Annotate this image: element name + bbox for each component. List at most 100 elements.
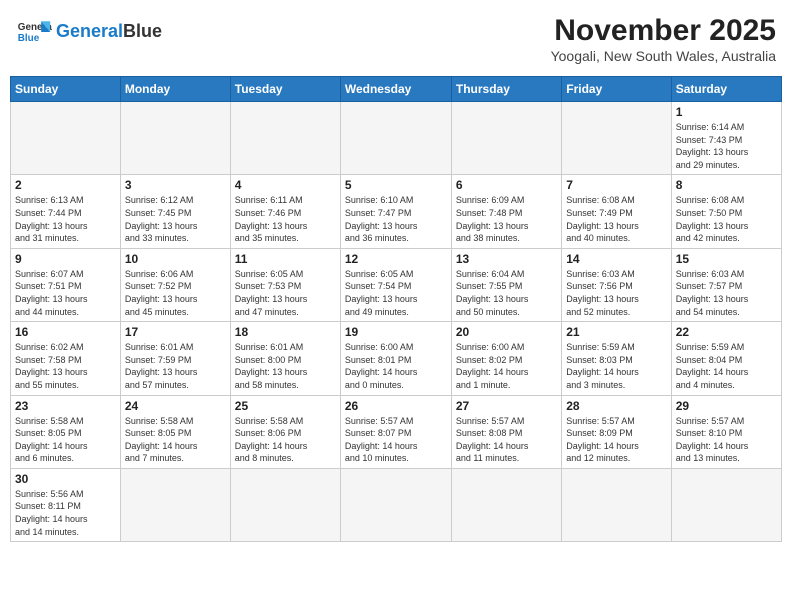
calendar-cell: 22 Sunrise: 5:59 AM Sunset: 8:04 PM Dayli…	[671, 322, 781, 395]
calendar-cell: 2 Sunrise: 6:13 AM Sunset: 7:44 PM Daylig…	[11, 175, 121, 248]
calendar-cell: 12Sunrise: 6:05 AM Sunset: 7:54 PM Dayli…	[340, 248, 451, 321]
calendar-cell: 16 Sunrise: 6:02 AM Sunset: 7:58 PM Dayli…	[11, 322, 121, 395]
day-number: 15	[676, 252, 777, 266]
day-number: 6	[456, 178, 557, 192]
day-number: 13	[456, 252, 557, 266]
calendar-cell	[11, 102, 121, 175]
calendar-cell: 4Sunrise: 6:11 AM Sunset: 7:46 PM Daylig…	[230, 175, 340, 248]
day-header-sunday: Sunday	[11, 77, 121, 102]
day-number: 27	[456, 399, 557, 413]
day-info: Sunrise: 6:01 AM Sunset: 8:00 PM Dayligh…	[235, 341, 336, 391]
calendar-cell: 11 Sunrise: 6:05 AM Sunset: 7:53 PM Dayli…	[230, 248, 340, 321]
day-number: 19	[345, 325, 447, 339]
week-row-3: 9Sunrise: 6:07 AM Sunset: 7:51 PM Daylig…	[11, 248, 782, 321]
day-number: 29	[676, 399, 777, 413]
day-number: 7	[566, 178, 666, 192]
day-info: Sunrise: 6:10 AM Sunset: 7:47 PM Dayligh…	[345, 194, 447, 244]
day-info: Sunrise: 5:58 AM Sunset: 8:05 PM Dayligh…	[125, 415, 226, 465]
calendar-cell	[451, 468, 561, 541]
calendar-cell: 13 Sunrise: 6:04 AM Sunset: 7:55 PM Dayli…	[451, 248, 561, 321]
calendar-header-row: SundayMondayTuesdayWednesdayThursdayFrid…	[11, 77, 782, 102]
calendar-cell: 7 Sunrise: 6:08 AM Sunset: 7:49 PM Daylig…	[562, 175, 671, 248]
day-number: 28	[566, 399, 666, 413]
day-info: Sunrise: 6:03 AM Sunset: 7:56 PM Dayligh…	[566, 268, 666, 318]
day-info: Sunrise: 5:57 AM Sunset: 8:07 PM Dayligh…	[345, 415, 447, 465]
day-number: 5	[345, 178, 447, 192]
day-info: Sunrise: 5:58 AM Sunset: 8:05 PM Dayligh…	[15, 415, 116, 465]
day-header-friday: Friday	[562, 77, 671, 102]
calendar-cell: 8Sunrise: 6:08 AM Sunset: 7:50 PM Daylig…	[671, 175, 781, 248]
day-info: Sunrise: 5:56 AM Sunset: 8:11 PM Dayligh…	[15, 488, 116, 538]
day-number: 17	[125, 325, 226, 339]
week-row-1: 1 Sunrise: 6:14 AM Sunset: 7:43 PM Daylig…	[11, 102, 782, 175]
day-number: 25	[235, 399, 336, 413]
day-number: 3	[125, 178, 226, 192]
day-info: Sunrise: 6:05 AM Sunset: 7:53 PM Dayligh…	[235, 268, 336, 318]
calendar-cell	[120, 468, 230, 541]
calendar-cell: 19Sunrise: 6:00 AM Sunset: 8:01 PM Dayli…	[340, 322, 451, 395]
day-number: 26	[345, 399, 447, 413]
day-header-saturday: Saturday	[671, 77, 781, 102]
day-number: 2	[15, 178, 116, 192]
calendar-cell: 5 Sunrise: 6:10 AM Sunset: 7:47 PM Daylig…	[340, 175, 451, 248]
calendar-cell: 24 Sunrise: 5:58 AM Sunset: 8:05 PM Dayli…	[120, 395, 230, 468]
day-info: Sunrise: 6:06 AM Sunset: 7:52 PM Dayligh…	[125, 268, 226, 318]
calendar-cell	[562, 468, 671, 541]
day-info: Sunrise: 5:57 AM Sunset: 8:09 PM Dayligh…	[566, 415, 666, 465]
calendar-cell	[562, 102, 671, 175]
week-row-2: 2 Sunrise: 6:13 AM Sunset: 7:44 PM Daylig…	[11, 175, 782, 248]
calendar-cell: 3 Sunrise: 6:12 AM Sunset: 7:45 PM Daylig…	[120, 175, 230, 248]
day-info: Sunrise: 6:08 AM Sunset: 7:49 PM Dayligh…	[566, 194, 666, 244]
day-info: Sunrise: 5:58 AM Sunset: 8:06 PM Dayligh…	[235, 415, 336, 465]
day-header-wednesday: Wednesday	[340, 77, 451, 102]
calendar-cell	[230, 102, 340, 175]
calendar-cell: 29 Sunrise: 5:57 AM Sunset: 8:10 PM Dayli…	[671, 395, 781, 468]
calendar-cell: 23 Sunrise: 5:58 AM Sunset: 8:05 PM Dayli…	[11, 395, 121, 468]
day-info: Sunrise: 6:13 AM Sunset: 7:44 PM Dayligh…	[15, 194, 116, 244]
calendar-cell	[671, 468, 781, 541]
day-header-thursday: Thursday	[451, 77, 561, 102]
calendar-table: SundayMondayTuesdayWednesdayThursdayFrid…	[10, 76, 782, 542]
day-info: Sunrise: 6:03 AM Sunset: 7:57 PM Dayligh…	[676, 268, 777, 318]
day-number: 23	[15, 399, 116, 413]
calendar-cell: 30 Sunrise: 5:56 AM Sunset: 8:11 PM Dayli…	[11, 468, 121, 541]
day-number: 16	[15, 325, 116, 339]
day-info: Sunrise: 6:02 AM Sunset: 7:58 PM Dayligh…	[15, 341, 116, 391]
day-number: 11	[235, 252, 336, 266]
page-header: General Blue GeneralBlue November 2025 Y…	[10, 10, 782, 68]
day-number: 30	[15, 472, 116, 486]
day-info: Sunrise: 5:59 AM Sunset: 8:04 PM Dayligh…	[676, 341, 777, 391]
calendar-cell	[451, 102, 561, 175]
day-header-monday: Monday	[120, 77, 230, 102]
calendar-cell: 15 Sunrise: 6:03 AM Sunset: 7:57 PM Dayli…	[671, 248, 781, 321]
calendar-cell: 27Sunrise: 5:57 AM Sunset: 8:08 PM Dayli…	[451, 395, 561, 468]
day-info: Sunrise: 5:57 AM Sunset: 8:10 PM Dayligh…	[676, 415, 777, 465]
day-info: Sunrise: 6:00 AM Sunset: 8:02 PM Dayligh…	[456, 341, 557, 391]
day-header-tuesday: Tuesday	[230, 77, 340, 102]
logo: General Blue GeneralBlue	[16, 14, 162, 50]
day-number: 18	[235, 325, 336, 339]
title-block: November 2025 Yoogali, New South Wales, …	[551, 14, 776, 64]
day-number: 21	[566, 325, 666, 339]
day-info: Sunrise: 6:04 AM Sunset: 7:55 PM Dayligh…	[456, 268, 557, 318]
calendar-cell: 1 Sunrise: 6:14 AM Sunset: 7:43 PM Daylig…	[671, 102, 781, 175]
day-info: Sunrise: 6:12 AM Sunset: 7:45 PM Dayligh…	[125, 194, 226, 244]
day-info: Sunrise: 6:14 AM Sunset: 7:43 PM Dayligh…	[676, 121, 777, 171]
day-info: Sunrise: 6:11 AM Sunset: 7:46 PM Dayligh…	[235, 194, 336, 244]
day-number: 24	[125, 399, 226, 413]
calendar-cell	[230, 468, 340, 541]
location: Yoogali, New South Wales, Australia	[551, 48, 776, 64]
day-number: 1	[676, 105, 777, 119]
calendar-cell	[120, 102, 230, 175]
logo-text: GeneralBlue	[56, 22, 162, 42]
calendar-cell: 20 Sunrise: 6:00 AM Sunset: 8:02 PM Dayli…	[451, 322, 561, 395]
week-row-4: 16 Sunrise: 6:02 AM Sunset: 7:58 PM Dayli…	[11, 322, 782, 395]
day-number: 14	[566, 252, 666, 266]
logo-icon: General Blue	[16, 14, 52, 50]
day-info: Sunrise: 6:07 AM Sunset: 7:51 PM Dayligh…	[15, 268, 116, 318]
calendar-cell: 26 Sunrise: 5:57 AM Sunset: 8:07 PM Dayli…	[340, 395, 451, 468]
day-number: 22	[676, 325, 777, 339]
day-number: 20	[456, 325, 557, 339]
day-number: 10	[125, 252, 226, 266]
svg-text:Blue: Blue	[18, 33, 40, 44]
